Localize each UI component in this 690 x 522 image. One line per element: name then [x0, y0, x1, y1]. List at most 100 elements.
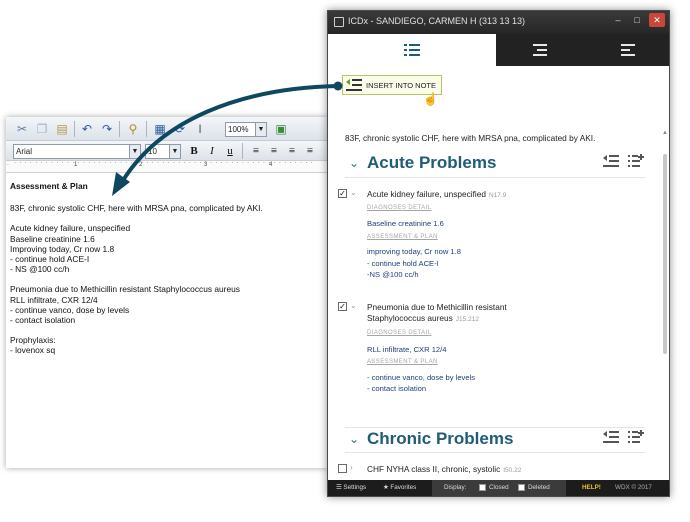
tab-indent-view[interactable]	[496, 34, 584, 66]
document-line: Baseline creatinine 1.6	[10, 233, 95, 244]
chevron-down-icon[interactable]: ⌄	[350, 301, 357, 310]
cut-icon[interactable]: ✂	[13, 120, 31, 138]
find-icon[interactable]: ⚲	[124, 120, 142, 138]
plan-line[interactable]: - continue vanco, dose by levels	[367, 373, 475, 383]
window-titlebar[interactable]: ICDx - SANDIEGO, CARMEN H (313 13 13) – …	[328, 11, 669, 34]
scroll-up-icon[interactable]: ▲	[662, 130, 668, 136]
icd-code: J15.212	[455, 316, 479, 323]
section-title: Chronic Problems	[367, 429, 514, 448]
patient-summary: 83F, chronic systolic CHF, here with MRS…	[345, 133, 596, 143]
chevron-down-icon[interactable]: ⌄	[349, 156, 359, 170]
copy-icon[interactable]: ❐	[33, 120, 51, 138]
italic-button[interactable]: I	[204, 143, 220, 159]
document-paragraph: Pneumonia due to Methicillin resistant S…	[10, 284, 320, 325]
note-editor: ✂ ❐ ▤ ↶ ↷ ⚲ ▦ ⟳ I 100% ▼ ▣ Arial ▼ 10 ▼ …	[6, 117, 328, 468]
insert-table-icon[interactable]: ▦	[151, 120, 169, 138]
add-problem-icon[interactable]	[628, 430, 644, 444]
tab-align-view[interactable]	[584, 34, 671, 66]
align-left-icon[interactable]: ≡	[248, 143, 264, 159]
plan-line[interactable]: - contact isolation	[367, 384, 426, 394]
chevron-down-icon: ▼	[129, 145, 140, 158]
view-tabs	[328, 34, 669, 66]
document-line: - continue vanco, dose by levels	[10, 304, 130, 315]
section-title: Acute Problems	[367, 153, 497, 172]
diagnosis-detail-line[interactable]: Baseline creatinine 1.6	[367, 219, 444, 229]
help-link[interactable]: HELP!	[582, 484, 601, 491]
minimize-button[interactable]: –	[611, 13, 625, 27]
document-paragraph: 83F, chronic systolic CHF, here with MRS…	[10, 203, 320, 213]
closed-checkbox[interactable]	[479, 484, 486, 491]
icdx-window: ICDx - SANDIEGO, CARMEN H (313 13 13) – …	[327, 10, 670, 497]
chevron-down-icon: ▼	[255, 123, 266, 136]
font-size-value: 10	[148, 147, 157, 156]
underline-button[interactable]: u	[222, 143, 238, 159]
maximize-button[interactable]: □	[630, 13, 644, 27]
problem-name-text: Staphylococcus aureus	[367, 313, 453, 323]
add-problem-icon[interactable]	[628, 154, 644, 168]
paste-icon[interactable]: ▤	[53, 120, 71, 138]
document-line: Improving today, Cr now 1.8	[10, 243, 115, 254]
font-family-select[interactable]: Arial ▼	[13, 144, 141, 159]
diagnosis-detail-line[interactable]: RLL infiltrate, CXR 12/4	[367, 345, 447, 355]
scrollbar-thumb[interactable]	[663, 154, 667, 354]
tab-list-view[interactable]	[328, 34, 496, 66]
section-chronic-problems[interactable]: ⌄ Chronic Problems	[345, 427, 645, 453]
indent-icon	[533, 44, 547, 56]
icd-code: I50.22	[503, 467, 522, 474]
problem-checkbox[interactable]: ✓	[338, 302, 347, 311]
zoom-select[interactable]: 100% ▼	[225, 122, 267, 137]
plan-line[interactable]: improving today, Cr now 1.8	[367, 247, 461, 257]
copyright: WDX © 2017	[615, 484, 652, 491]
document-line: Acute kidney failure, unspecified	[10, 223, 131, 234]
editor-toolbar-format: Arial ▼ 10 ▼ B I u ≡ ≡ ≡ ≡	[6, 141, 328, 161]
favorites-button[interactable]: ★ Favorites	[383, 484, 416, 491]
diagnoses-detail-label: DIAGNOSES DETAIL	[367, 205, 432, 211]
problem-name: CHF NYHA class II, chronic, systolic I50.…	[367, 464, 521, 476]
redo-icon[interactable]: ↷	[98, 120, 116, 138]
document-line: - lovenox sq	[10, 345, 56, 356]
document-line: - continue hold ACE-I	[10, 254, 90, 265]
document-line: - contact isolation	[10, 315, 76, 326]
section-acute-problems[interactable]: ⌄ Acute Problems	[345, 152, 645, 178]
diagnoses-detail-label: DIAGNOSES DETAIL	[367, 330, 432, 336]
document-body[interactable]: Assessment & Plan 83F, chronic systolic …	[10, 181, 320, 366]
problem-name-text: Acute kidney failure, unspecified	[367, 189, 486, 199]
ruler: · 1 2 3 4 ······························…	[6, 160, 328, 173]
undo-icon[interactable]: ↶	[78, 120, 96, 138]
cursor-icon[interactable]: I	[191, 120, 209, 138]
document-paragraph: Acute kidney failure, unspecified Baseli…	[10, 223, 320, 274]
document-line: RLL infiltrate, CXR 12/4	[10, 294, 98, 305]
document-line: Prophylaxis:	[10, 335, 56, 346]
chevron-down-icon[interactable]: ⌄	[350, 188, 357, 197]
insert-into-note-label: INSERT INTO NOTE	[366, 80, 437, 90]
settings-button[interactable]: ☰ Settings	[336, 484, 366, 491]
font-size-select[interactable]: 10 ▼	[145, 144, 181, 159]
editor-toolbar-main: ✂ ❐ ▤ ↶ ↷ ⚲ ▦ ⟳ I 100% ▼ ▣	[6, 117, 328, 141]
align-center-icon[interactable]: ≡	[266, 143, 282, 159]
close-button[interactable]: ✕	[649, 13, 665, 27]
chevron-right-icon[interactable]: ›	[350, 463, 353, 472]
font-family-value: Arial	[16, 147, 33, 156]
problem-checkbox[interactable]: ✓	[338, 189, 347, 198]
plan-line[interactable]: -NS @100 cc/h	[367, 270, 419, 280]
problem-checkbox[interactable]	[338, 464, 347, 473]
refresh-icon[interactable]: ⟳	[171, 120, 189, 138]
problem-name: Pneumonia due to Methicillin resistant St…	[367, 302, 507, 325]
app-icon	[334, 17, 344, 27]
align-right-icon[interactable]: ≡	[284, 143, 300, 159]
chevron-down-icon[interactable]: ⌄	[349, 432, 359, 446]
plan-line[interactable]: - continue hold ACE-I	[367, 259, 439, 269]
insert-section-icon[interactable]	[603, 154, 619, 168]
bold-button[interactable]: B	[186, 143, 202, 159]
list-icon	[404, 44, 420, 56]
deleted-checkbox[interactable]	[518, 484, 525, 491]
assessment-plan-label: ASSESSMENT & PLAN	[367, 359, 438, 365]
problem-list-area[interactable]: INSERT INTO NOTE ☝ ▲ 83F, chronic systol…	[328, 66, 669, 482]
document-paragraph: Prophylaxis: - lovenox sq	[10, 335, 320, 355]
justify-icon[interactable]: ≡	[302, 143, 318, 159]
image-icon[interactable]: ▣	[272, 120, 290, 138]
window-footer: ☰ Settings ★ Favorites Display: Closed D…	[328, 480, 669, 496]
favorites-label: Favorites	[390, 484, 417, 491]
insert-section-icon[interactable]	[603, 430, 619, 444]
chevron-down-icon: ▼	[169, 145, 180, 158]
